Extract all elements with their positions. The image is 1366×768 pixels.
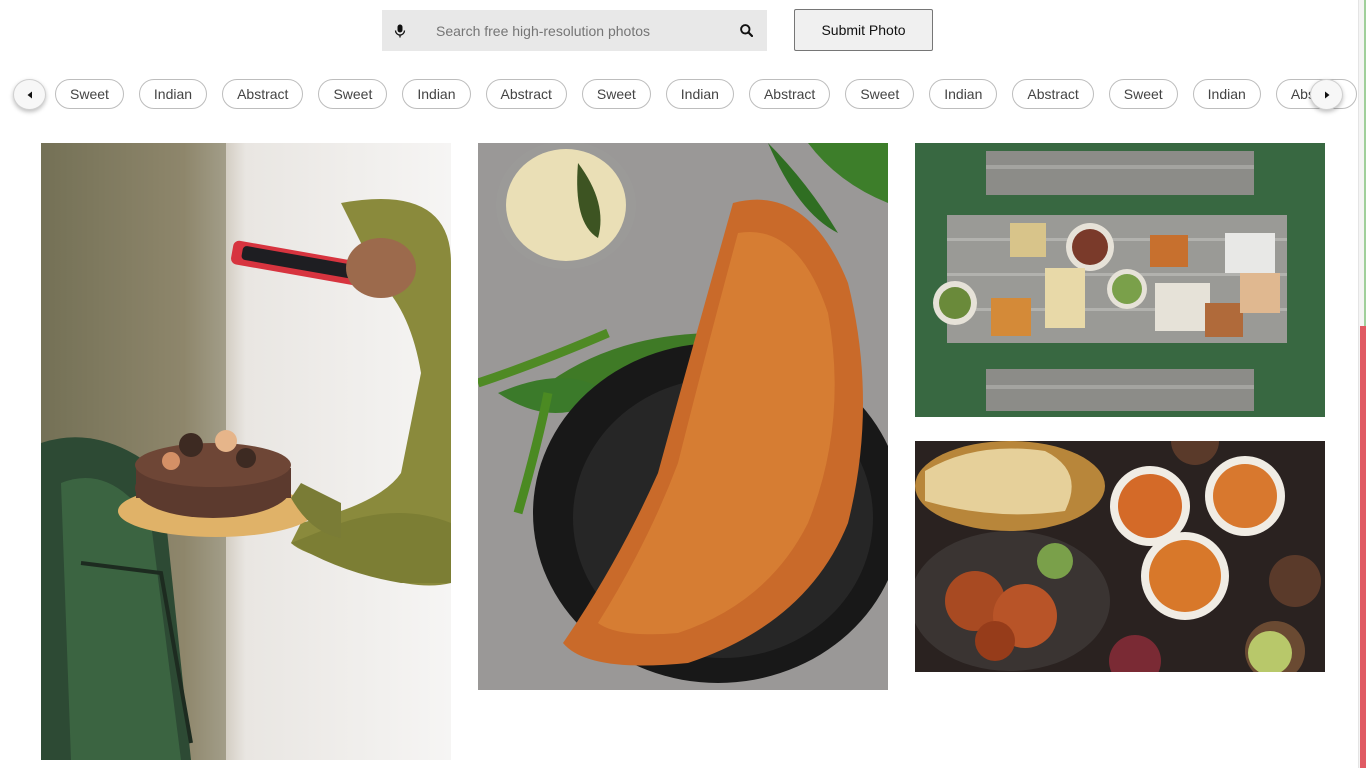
tag-chip[interactable]: Abstract (485, 79, 567, 109)
photo-picnic-table[interactable] (915, 143, 1325, 417)
caret-left-icon (27, 91, 32, 98)
tag-chip[interactable]: Sweet (845, 79, 915, 109)
tag-chip[interactable]: Indian (665, 79, 734, 109)
magnifier-icon[interactable] (725, 10, 767, 51)
carousel-next-button[interactable] (1310, 79, 1343, 110)
tag-chip[interactable]: Sweet (55, 79, 124, 109)
tag-list: Sweet Indian Abstract Sweet Indian Abstr… (55, 79, 1366, 110)
page: Submit Photo Sweet Indian Abstract Sweet… (0, 0, 1366, 768)
tag-chip[interactable]: Sweet (1108, 79, 1178, 109)
carousel-prev-button[interactable] (13, 79, 46, 110)
tag-chip[interactable]: Indian (1192, 79, 1261, 109)
scrollbar-thumb[interactable] (1360, 326, 1366, 768)
scrollbar[interactable] (1358, 0, 1366, 768)
caret-right-icon (1324, 91, 1329, 98)
photo-dosa[interactable] (478, 143, 888, 690)
tag-chip[interactable]: Sweet (318, 79, 388, 109)
microphone-icon[interactable] (382, 10, 418, 51)
photo-cake[interactable] (41, 143, 451, 760)
search-bar (382, 10, 767, 51)
tag-carousel: Sweet Indian Abstract Sweet Indian Abstr… (0, 77, 1358, 111)
tag-chip[interactable]: Abstract (222, 79, 304, 109)
photo-curry-feast[interactable] (915, 441, 1325, 672)
tag-chip[interactable]: Indian (402, 79, 471, 109)
submit-photo-button[interactable]: Submit Photo (794, 9, 933, 51)
tag-chip[interactable]: Indian (929, 79, 998, 109)
tag-chip[interactable]: Abstract (1012, 79, 1094, 109)
search-input[interactable] (418, 10, 725, 51)
tag-chip[interactable]: Abstract (748, 79, 831, 109)
tag-chip[interactable]: Indian (138, 79, 208, 109)
tag-chip[interactable]: Sweet (581, 79, 651, 109)
